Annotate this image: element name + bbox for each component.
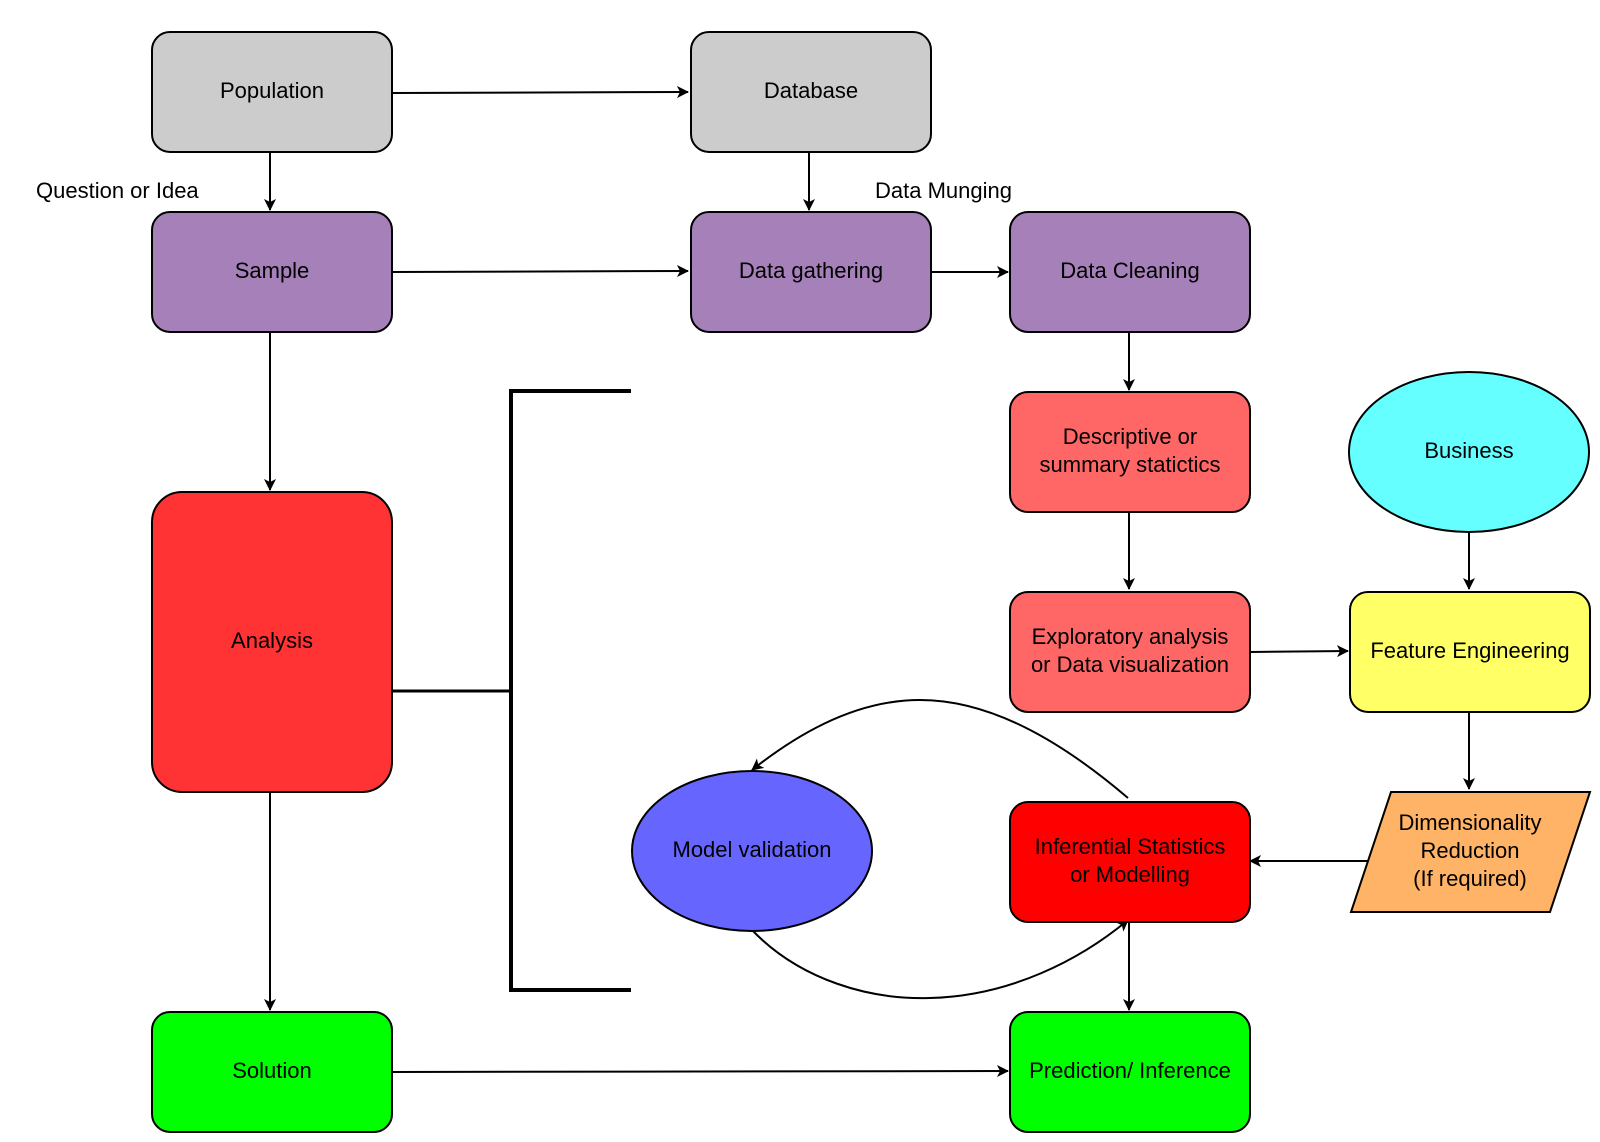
node-population[interactable]: Population: [151, 31, 393, 153]
edge-sample-data-gathering: [391, 265, 689, 278]
node-data-gathering[interactable]: Data gathering: [690, 211, 932, 333]
node-population-label: Population: [220, 78, 324, 103]
node-data-cleaning-label: Data Cleaning: [1060, 258, 1199, 283]
edge-solution-prediction: [391, 1065, 1009, 1078]
node-analysis[interactable]: Analysis: [151, 491, 393, 793]
node-solution[interactable]: Solution: [151, 1011, 393, 1133]
node-business[interactable]: Business: [1348, 371, 1590, 533]
node-model-validation[interactable]: Model validation: [631, 770, 873, 932]
node-descriptive-stats-line-1: Descriptive or: [1063, 424, 1197, 449]
node-dimensionality-reduction-line-3: (If required): [1413, 866, 1527, 891]
node-prediction-inference-label: Prediction/ Inference: [1029, 1058, 1231, 1083]
node-exploratory-analysis[interactable]: Exploratory analysis or Data visualizati…: [1009, 591, 1251, 713]
node-database[interactable]: Database: [690, 31, 932, 153]
node-inferential-stats-line-2: or Modelling: [1070, 862, 1190, 887]
analysis-bracket: [392, 389, 631, 992]
node-exploratory-analysis-line-2: or Data visualization: [1031, 652, 1229, 677]
node-solution-label: Solution: [232, 1058, 312, 1083]
node-inferential-stats[interactable]: Inferential Statistics or Modelling: [1009, 801, 1251, 923]
node-sample[interactable]: Sample: [151, 211, 393, 333]
node-database-label: Database: [764, 78, 858, 103]
bracket: [509, 389, 631, 992]
node-descriptive-stats[interactable]: Descriptive or summary statictics: [1009, 391, 1251, 513]
node-sample-label: Sample: [235, 258, 310, 283]
node-feature-engineering-label: Feature Engineering: [1370, 638, 1569, 663]
flowchart: Question or Idea Data Munging Population…: [36, 31, 1592, 1133]
node-model-validation-label: Model validation: [673, 837, 832, 862]
node-analysis-label: Analysis: [231, 628, 313, 653]
edge-exploratory-feature-engineering: [1249, 645, 1349, 658]
node-data-gathering-label: Data gathering: [739, 258, 883, 283]
node-exploratory-analysis-line-1: Exploratory analysis: [1032, 624, 1229, 649]
label-data-munging: Data Munging: [875, 178, 1012, 203]
node-prediction-inference[interactable]: Prediction/ Inference: [1009, 1011, 1251, 1133]
node-feature-engineering[interactable]: Feature Engineering: [1349, 591, 1591, 713]
node-descriptive-stats-line-2: summary statictics: [1040, 452, 1221, 477]
node-dimensionality-reduction-line-2: Reduction: [1420, 838, 1519, 863]
node-data-cleaning[interactable]: Data Cleaning: [1009, 211, 1251, 333]
node-inferential-stats-line-1: Inferential Statistics: [1035, 834, 1226, 859]
node-dimensionality-reduction-line-1: Dimensionality: [1398, 810, 1541, 835]
node-dimensionality-reduction[interactable]: Dimensionality Reduction (If required): [1349, 791, 1592, 913]
node-business-label: Business: [1424, 438, 1513, 463]
edge-population-database: [391, 86, 689, 99]
edge-model-validation-inferential: [751, 919, 1129, 1000]
label-question-or-idea: Question or Idea: [36, 178, 199, 203]
